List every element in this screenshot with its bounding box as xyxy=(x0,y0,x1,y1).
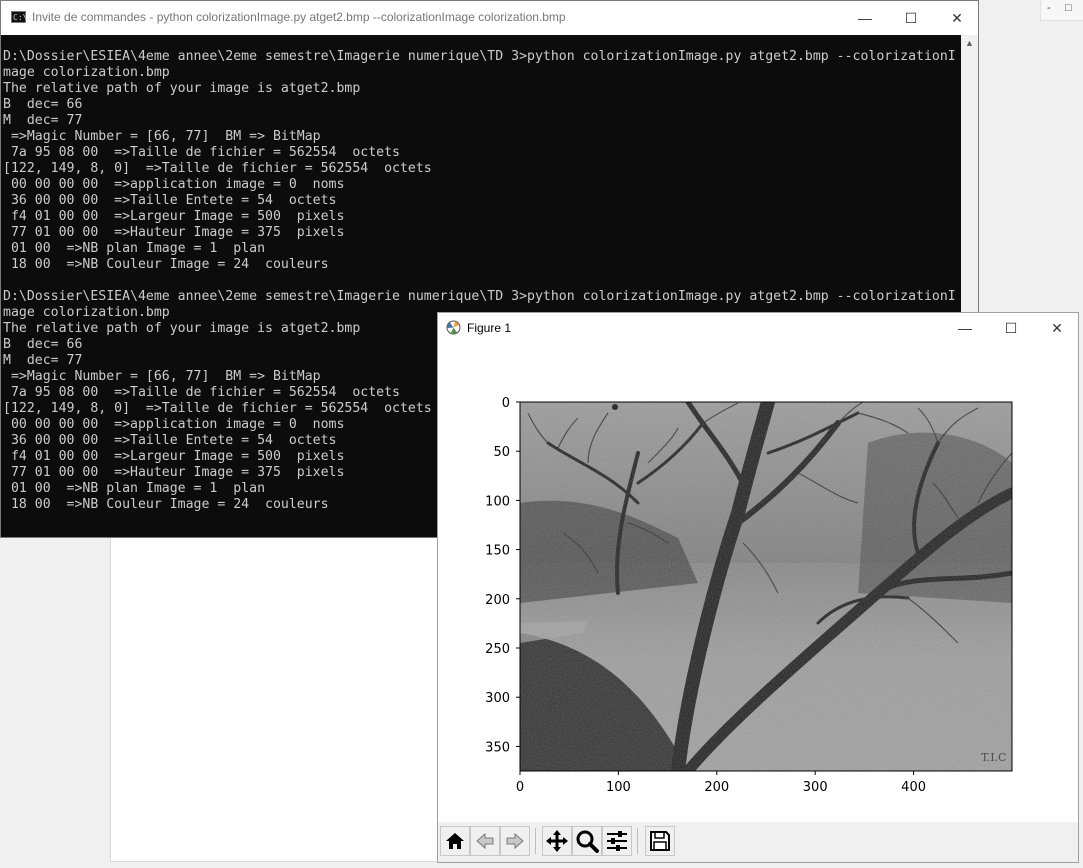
home-button[interactable] xyxy=(440,826,470,856)
cmd-minimize-button[interactable]: — xyxy=(842,1,888,35)
cmd-titlebar[interactable]: C:\. Invite de commandes - python colori… xyxy=(1,1,978,35)
move-icon xyxy=(546,830,568,852)
scroll-up-arrow-icon[interactable]: ▲ xyxy=(965,38,974,48)
cmd-close-button[interactable]: ✕ xyxy=(934,1,978,35)
y-tick-label: 100 xyxy=(485,494,510,509)
configure-subplots-button[interactable] xyxy=(602,826,632,856)
zoom-icon xyxy=(576,830,599,853)
photo-image: T.I.C xyxy=(520,402,1012,771)
image-signature: T.I.C xyxy=(981,751,1006,764)
y-tick-label: 50 xyxy=(493,445,510,460)
back-arrow-icon xyxy=(476,832,494,850)
sliders-icon xyxy=(607,831,627,851)
zoom-button[interactable] xyxy=(572,826,602,856)
console-line: f4 01 00 00 =>Largeur Image = 500 pixels xyxy=(3,209,345,224)
background-minimize-glyph: - xyxy=(1047,2,1051,14)
y-tick-label: 150 xyxy=(485,544,510,559)
console-line: B dec= 66 xyxy=(3,97,83,112)
console-line: D:\Dossier\ESIEA\4eme annee\2eme semestr… xyxy=(3,49,956,64)
forward-arrow-icon xyxy=(506,832,524,850)
cmd-window-title: Invite de commandes - python colorizatio… xyxy=(32,10,566,24)
console-line: 18 00 =>NB Couleur Image = 24 couleurs xyxy=(3,257,329,272)
figure-close-button[interactable]: ✕ xyxy=(1034,313,1080,343)
background-maximize-glyph: □ xyxy=(1065,2,1072,14)
save-icon xyxy=(650,831,670,851)
x-tick-label: 200 xyxy=(704,780,729,795)
forward-button[interactable] xyxy=(500,826,530,856)
console-line: D:\Dossier\ESIEA\4eme annee\2eme semestr… xyxy=(3,289,956,304)
pan-button[interactable] xyxy=(542,826,572,856)
y-tick-label: 0 xyxy=(502,396,510,411)
x-tick-label: 300 xyxy=(803,780,828,795)
toolbar-separator xyxy=(637,828,638,854)
background-window-corner: - □ xyxy=(1040,0,1083,21)
figure-canvas[interactable]: T.I.C 0 100 200 300 400 0 50 100 150 200 250 300 350 xyxy=(438,343,1078,823)
figure-title: Figure 1 xyxy=(467,321,512,335)
console-line: 00 00 00 00 =>application image = 0 noms xyxy=(3,177,345,192)
figure-maximize-button[interactable]: ☐ xyxy=(988,313,1034,343)
console-line: 36 00 00 00 =>Taille Entete = 54 octets xyxy=(3,193,337,208)
y-tick-label: 350 xyxy=(485,740,510,755)
console-line: The relative path of your image is atget… xyxy=(3,81,361,96)
figure-window[interactable]: Figure 1 — ☐ ✕ T.I.C 0 100 200 300 400 0… xyxy=(437,312,1079,863)
x-tick-label: 0 xyxy=(516,780,524,795)
toolbar-separator xyxy=(535,828,536,854)
image-axes[interactable]: T.I.C 0 100 200 300 400 0 50 100 150 200 250 300 350 xyxy=(438,343,1078,823)
home-icon xyxy=(446,833,464,849)
console-line: [122, 149, 8, 0] =>Taille de fichier = 5… xyxy=(3,161,432,176)
cmd-maximize-button[interactable]: ☐ xyxy=(888,1,934,35)
console-line: M dec= 77 xyxy=(3,113,83,128)
y-tick-label: 200 xyxy=(485,593,510,608)
cmd-app-icon: C:\. xyxy=(11,11,33,23)
save-button[interactable] xyxy=(645,826,675,856)
x-tick-label: 100 xyxy=(606,780,631,795)
console-line: 77 01 00 00 =>Hauteur Image = 375 pixels xyxy=(3,225,345,240)
x-tick-label: 400 xyxy=(901,780,926,795)
figure-minimize-button[interactable]: — xyxy=(942,313,988,343)
back-button[interactable] xyxy=(470,826,500,856)
console-line: 01 00 =>NB plan Image = 1 plan xyxy=(3,241,266,256)
y-tick-label: 300 xyxy=(485,691,510,706)
console-line: =>Magic Number = [66, 77] BM => BitMap xyxy=(3,129,321,144)
console-line: 7a 95 08 00 =>Taille de fichier = 562554… xyxy=(3,145,400,160)
figure-titlebar[interactable]: Figure 1 — ☐ ✕ xyxy=(438,313,1078,343)
y-tick-label: 250 xyxy=(485,642,510,657)
console-line: mage colorization.bmp xyxy=(3,65,170,80)
matplotlib-logo-icon xyxy=(446,320,461,335)
background-document xyxy=(110,530,452,862)
navigation-toolbar xyxy=(438,822,1078,862)
